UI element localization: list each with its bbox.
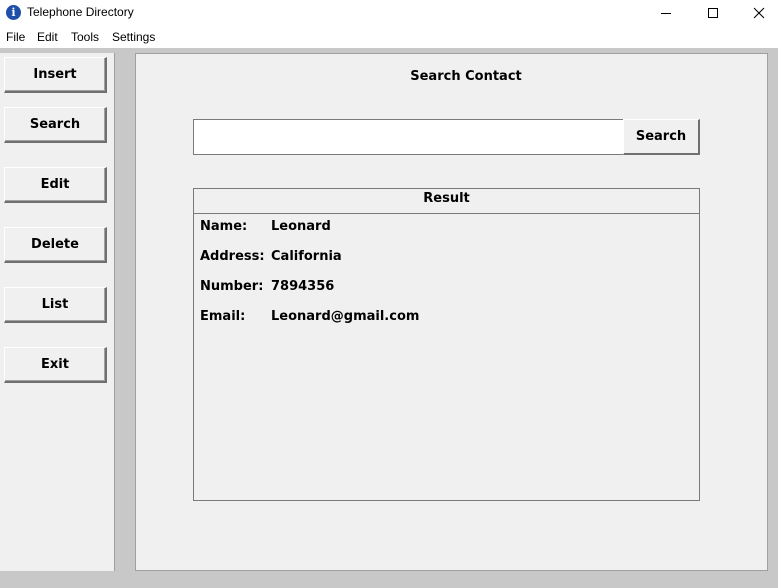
result-box: Result Name: Leonard Address: California…: [193, 188, 700, 501]
menu-bar: File Edit Tools Settings: [0, 26, 778, 48]
number-value: 7894356: [271, 279, 335, 294]
menu-file[interactable]: File: [6, 30, 25, 44]
sidebar: Insert Search Edit Delete List Exit: [0, 53, 115, 571]
name-value: Leonard: [271, 219, 331, 234]
exit-button[interactable]: Exit: [4, 347, 107, 383]
delete-button[interactable]: Delete: [4, 227, 107, 263]
email-value: Leonard@gmail.com: [271, 309, 420, 324]
minimize-button[interactable]: [643, 0, 688, 26]
title-bar: i Telephone Directory: [0, 0, 778, 26]
maximize-button[interactable]: [690, 0, 735, 26]
name-label: Name:: [200, 219, 248, 234]
list-button[interactable]: List: [4, 287, 107, 323]
address-label: Address:: [200, 249, 265, 264]
edit-button[interactable]: Edit: [4, 167, 107, 203]
address-value: California: [271, 249, 342, 264]
number-label: Number:: [200, 279, 264, 294]
info-icon: i: [6, 5, 21, 20]
minimize-icon: [660, 13, 671, 14]
search-input[interactable]: [193, 119, 625, 155]
window-title: Telephone Directory: [27, 5, 134, 19]
close-button[interactable]: [736, 0, 778, 26]
panel-title: Search Contact: [410, 69, 522, 84]
result-header: Result: [194, 189, 699, 214]
search-contact-panel: Search Contact Search Result Name: Leona…: [135, 53, 768, 571]
maximize-icon: [707, 8, 718, 18]
search-button[interactable]: Search: [623, 119, 700, 155]
insert-button[interactable]: Insert: [4, 57, 107, 93]
menu-edit[interactable]: Edit: [37, 30, 58, 44]
close-icon: [753, 7, 764, 19]
search-nav-button[interactable]: Search: [4, 107, 107, 143]
menu-settings[interactable]: Settings: [112, 30, 155, 44]
menu-tools[interactable]: Tools: [71, 30, 99, 44]
email-label: Email:: [200, 309, 246, 324]
